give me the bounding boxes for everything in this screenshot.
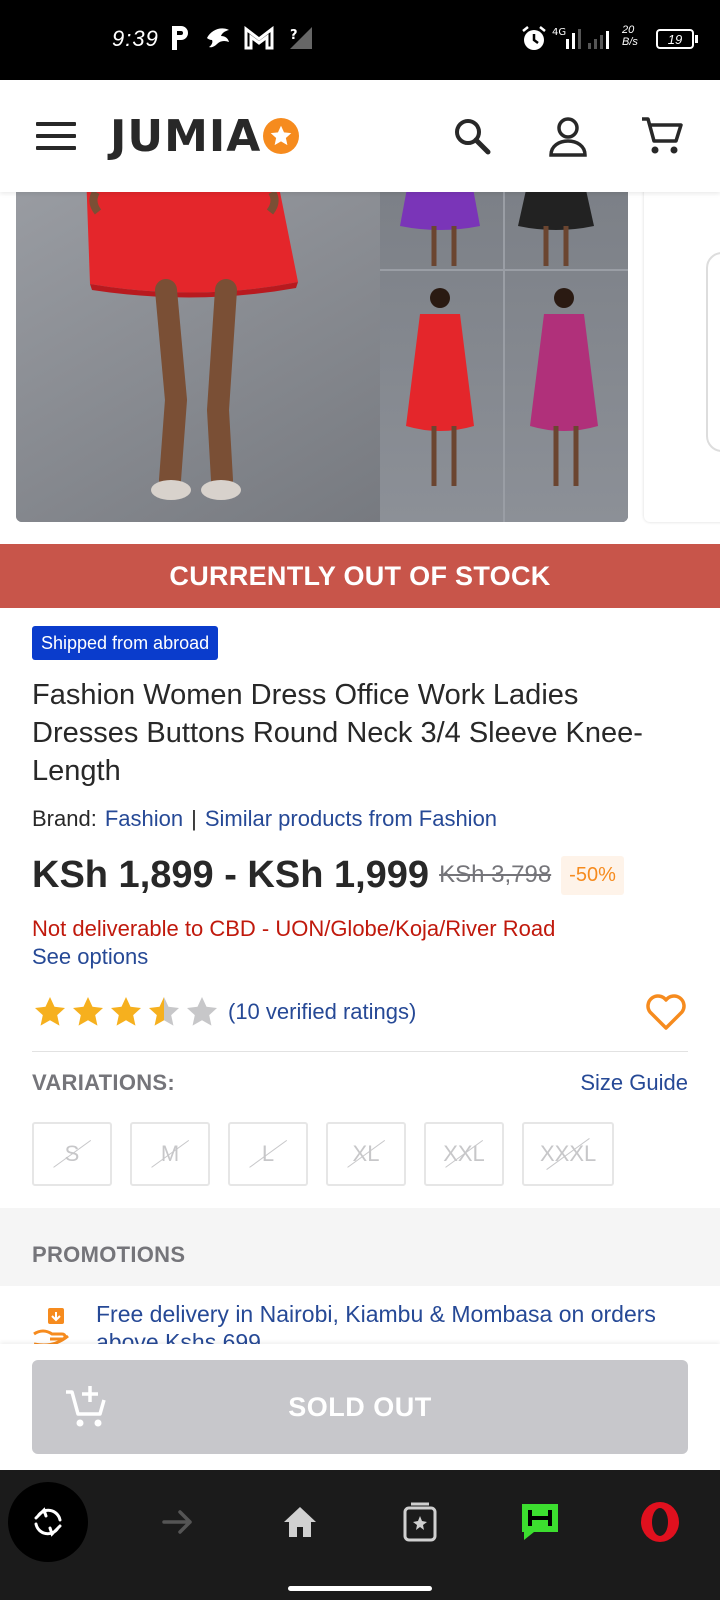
network-type: 4G: [552, 27, 566, 38]
bird-icon: [204, 22, 232, 54]
brand-line: Brand: Fashion | Similar products from F…: [32, 806, 497, 832]
cart-icon[interactable]: [634, 108, 690, 164]
jumia-logo[interactable]: JUMIA: [110, 110, 300, 162]
browser-nav-bar: [0, 1470, 720, 1600]
next-image-card[interactable]: [644, 192, 720, 522]
discount-badge: -50%: [561, 855, 624, 895]
similar-products-link[interactable]: Similar products from Fashion: [205, 806, 497, 832]
product-image[interactable]: [16, 192, 628, 522]
battery-icon: 19: [656, 24, 698, 54]
size-option-m[interactable]: M: [130, 1122, 210, 1186]
current-price: KSh 1,899 - KSh 1,999: [32, 853, 430, 896]
logo-star-icon: [263, 118, 300, 154]
battery-level: 19: [667, 31, 683, 47]
out-of-stock-banner: CURRENTLY OUT OF STOCK: [0, 544, 720, 608]
alarm-icon: [520, 24, 548, 54]
star-icon: [111, 997, 141, 1026]
half-star-icon: [149, 997, 179, 1026]
account-icon[interactable]: [540, 108, 596, 164]
home-icon[interactable]: [260, 1482, 340, 1562]
verified-ratings-link[interactable]: (10 verified ratings): [228, 999, 416, 1025]
divider: [32, 1051, 688, 1052]
wishlist-heart-icon[interactable]: [644, 992, 688, 1032]
top-header: JUMIA: [0, 80, 720, 192]
delivery-notice: Not deliverable to CBD - UON/Globe/Koja/…: [32, 916, 556, 941]
gmail-icon: [244, 22, 274, 54]
add-to-cart-icon: [66, 1386, 106, 1427]
opera-icon[interactable]: [620, 1482, 700, 1562]
status-bar: 9:39 ? 4G 20 B/s 19: [0, 0, 720, 80]
size-options: S M L XL XXL XXXL: [32, 1122, 615, 1186]
empty-star-icon: [187, 997, 217, 1026]
svg-text:?: ?: [290, 28, 298, 43]
brand-separator: |: [191, 806, 197, 831]
signal-unknown-icon: ?: [288, 22, 314, 54]
search-icon[interactable]: [444, 108, 500, 164]
signal-icon: 4G: [552, 24, 612, 54]
star-icon: [73, 997, 103, 1026]
home-indicator[interactable]: [288, 1586, 432, 1591]
sold-out-label: SOLD OUT: [288, 1391, 432, 1422]
variations-label: VARIATIONS:: [32, 1070, 176, 1095]
size-option-xl[interactable]: XL: [326, 1122, 406, 1186]
brand-link[interactable]: Fashion: [105, 806, 183, 832]
rating-row: (10 verified ratings): [32, 990, 688, 1034]
see-options-link[interactable]: See options: [32, 944, 148, 970]
parking-icon: [168, 22, 192, 54]
brand-label: Brand:: [32, 806, 97, 831]
size-option-xxl[interactable]: XXL: [424, 1122, 504, 1186]
promotion-item[interactable]: Free delivery in Nairobi, Kiambu & Momba…: [0, 1286, 720, 1344]
old-price: KSh 3,798: [439, 861, 552, 888]
rating-stars[interactable]: [32, 994, 220, 1030]
sold-out-button[interactable]: SOLD OUT: [32, 1360, 688, 1454]
sync-icon[interactable]: [8, 1482, 88, 1562]
data-rate-text: 20 B/s: [622, 24, 638, 48]
menu-icon[interactable]: [36, 122, 76, 150]
status-time: 9:39: [112, 26, 159, 51]
price-line: KSh 1,899 - KSh 1,999 KSh 3,798 -50%: [32, 850, 624, 900]
star-icon: [35, 997, 65, 1026]
logo-text: JUMIA: [110, 110, 262, 162]
flow-icon[interactable]: [500, 1482, 580, 1562]
tabs-icon[interactable]: [380, 1482, 460, 1562]
buy-bar: SOLD OUT: [0, 1344, 720, 1470]
size-guide-link[interactable]: Size Guide: [580, 1070, 688, 1096]
shipped-from-abroad-badge: Shipped from abroad: [32, 626, 219, 660]
delivery-hand-icon: [33, 1308, 69, 1344]
size-option-xxxl[interactable]: XXXL: [522, 1122, 615, 1186]
data-rate: 20 B/s: [622, 24, 650, 54]
size-option-s[interactable]: S: [32, 1122, 112, 1186]
size-option-l[interactable]: L: [228, 1122, 308, 1186]
promotions-label: PROMOTIONS: [32, 1242, 186, 1267]
free-delivery-text: Free delivery in Nairobi, Kiambu & Momba…: [96, 1301, 656, 1344]
product-gallery[interactable]: [0, 192, 720, 542]
product-title: Fashion Women Dress Office Work Ladies D…: [32, 679, 643, 787]
forward-icon[interactable]: [138, 1482, 218, 1562]
